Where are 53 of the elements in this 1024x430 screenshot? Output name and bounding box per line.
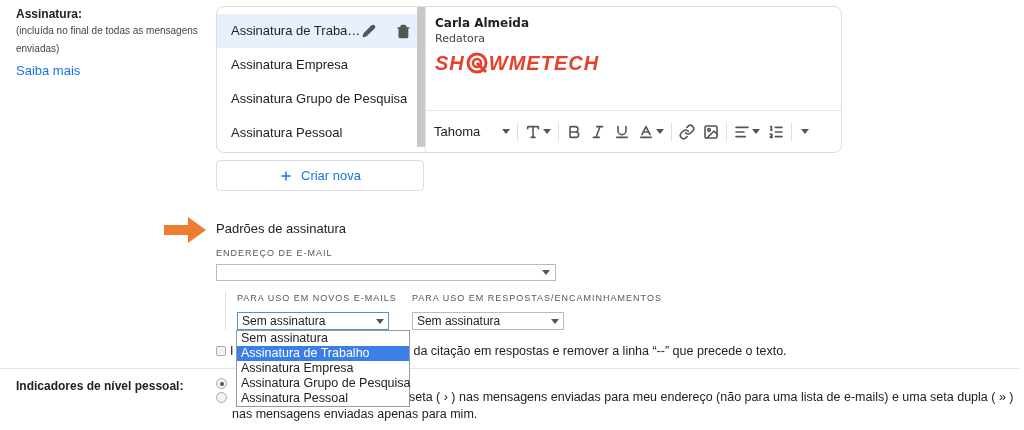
section-note: (incluída no final de todas as mensagens enviadas) bbox=[16, 24, 199, 56]
field-label: PARA USO EM RESPOSTAS/ENCAMINHAMENTOS bbox=[411, 292, 662, 304]
signature-item[interactable]: Assinatura Pessoal bbox=[217, 116, 417, 150]
checkbox-label: I bbox=[230, 343, 234, 359]
dropdown-option[interactable]: Assinatura Pessoal bbox=[237, 391, 409, 406]
font-dropdown[interactable]: Tahoma bbox=[434, 121, 514, 142]
reply-select[interactable]: Sem assinatura bbox=[411, 312, 564, 330]
caret-icon bbox=[543, 129, 551, 134]
dropdown-option[interactable]: Assinatura Empresa bbox=[237, 361, 409, 376]
section-label: Assinatura: bbox=[16, 7, 84, 22]
text-color-icon bbox=[638, 123, 654, 140]
link-icon bbox=[679, 123, 695, 140]
target-icon bbox=[465, 52, 488, 74]
field-label: ENDEREÇO DE E-MAIL bbox=[216, 247, 334, 259]
signature-name: Carla Almeida bbox=[435, 15, 531, 31]
dropdown-option[interactable]: Assinatura Grupo de Pesquisa bbox=[237, 376, 409, 391]
caret-icon bbox=[542, 270, 550, 275]
learn-more-link[interactable]: Saiba mais bbox=[16, 63, 81, 78]
new-email-select[interactable]: Sem assinatura bbox=[237, 312, 389, 330]
create-new-button[interactable]: Criar nova bbox=[216, 160, 424, 191]
radio-label: nas mensagens enviadas apenas para mim. bbox=[232, 406, 479, 423]
checkbox-label: da citação em respostas e remover a linha “--” que precede o texto. bbox=[413, 343, 787, 359]
edit-icon[interactable] bbox=[362, 24, 377, 38]
section-title: Padrões de assinatura bbox=[216, 220, 348, 237]
image-icon bbox=[703, 123, 719, 140]
caret-icon bbox=[550, 318, 559, 324]
underline-icon bbox=[614, 123, 630, 140]
checkbox[interactable] bbox=[216, 346, 226, 356]
bold-icon bbox=[566, 123, 582, 140]
text-size-icon bbox=[525, 123, 541, 140]
radio-button[interactable] bbox=[216, 392, 227, 403]
radio-button[interactable] bbox=[216, 378, 227, 389]
signature-item[interactable]: Assinatura Empresa bbox=[217, 48, 417, 82]
signature-item[interactable]: Assinatura de Traba… bbox=[217, 14, 417, 48]
signature-item[interactable]: Assinatura Grupo de Pesquisa bbox=[217, 82, 417, 116]
field-label: PARA USO EM NOVOS E-MAILS bbox=[237, 292, 397, 304]
dropdown-option[interactable]: Assinatura de Trabalho bbox=[237, 346, 409, 361]
radio-label: seta ( › ) nas mensagens enviadas para meu endereço (não para uma lista de e-mails) e uma seta dupla ( » ) bbox=[409, 390, 1014, 406]
scrollbar[interactable] bbox=[417, 7, 425, 147]
plus-icon bbox=[279, 168, 293, 183]
arrow-icon bbox=[164, 217, 206, 243]
caret-icon bbox=[801, 129, 809, 134]
italic-icon bbox=[590, 123, 606, 140]
section-label: Indicadores de nível pessoal: bbox=[15, 378, 185, 395]
signature-role: Redatora bbox=[435, 31, 486, 47]
numbered-list-icon bbox=[768, 123, 784, 140]
caret-icon bbox=[376, 318, 384, 324]
caret-icon bbox=[502, 129, 510, 134]
caret-icon bbox=[752, 129, 760, 134]
delete-icon[interactable] bbox=[396, 23, 411, 39]
caret-icon bbox=[656, 129, 664, 134]
dropdown-option[interactable]: Sem assinatura bbox=[237, 331, 409, 346]
signature-logo: SH WMETECH bbox=[435, 52, 601, 74]
